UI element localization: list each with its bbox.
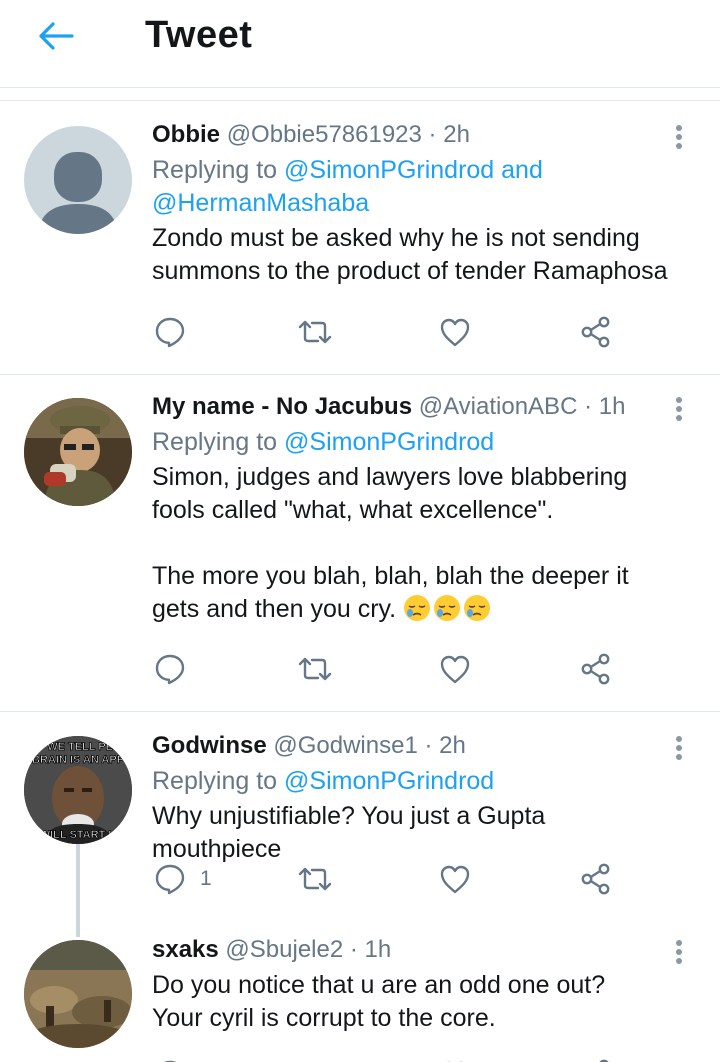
like-icon xyxy=(440,318,470,347)
tweet-time: 2h xyxy=(439,732,466,759)
author-name[interactable]: Godwinse xyxy=(152,732,267,759)
more-options-icon[interactable] xyxy=(670,122,688,152)
share-button[interactable] xyxy=(580,647,612,691)
tweet-header: Obbie @Obbie57861923 · 2h xyxy=(152,120,680,150)
retweet-icon xyxy=(298,867,332,891)
mention-link[interactable]: @SimonPGrindrod xyxy=(284,767,494,795)
replying-to: Replying to @SimonPGrindrod xyxy=(152,765,680,798)
replying-to: Replying to @SimonPGrindrod and @HermanM… xyxy=(152,154,680,220)
separator-dot: · xyxy=(349,936,358,963)
like-icon xyxy=(440,865,470,894)
tweet-actions xyxy=(152,647,622,691)
tweet-actions: 1 xyxy=(152,857,622,901)
tweet-1[interactable]: Obbie @Obbie57861923 · 2h Replying to @S… xyxy=(0,101,720,375)
top-bar: Tweet xyxy=(0,0,720,88)
author-handle[interactable]: @Godwinse1 xyxy=(273,732,417,759)
avatar-image xyxy=(24,398,132,506)
back-arrow-icon[interactable] xyxy=(34,16,78,56)
tweet-4[interactable]: sxaks @Sbujele2 · 1h Do you notice that … xyxy=(0,925,720,1062)
share-button[interactable] xyxy=(580,1053,612,1062)
like-button[interactable] xyxy=(439,647,471,691)
tweet-actions xyxy=(152,310,622,354)
emoji-group xyxy=(403,595,493,623)
tweet-header: sxaks @Sbujele2 · 1h xyxy=(152,935,680,965)
reply-button[interactable] xyxy=(154,647,200,691)
replying-prefix: Replying to xyxy=(152,428,285,456)
tweet-header: My name - No Jacubus @AviationABC · 1h xyxy=(152,392,680,422)
sleepy-face-emoji xyxy=(434,595,461,621)
share-button[interactable] xyxy=(580,310,612,354)
retweet-button[interactable] xyxy=(297,310,333,354)
sleepy-face-emoji xyxy=(464,595,491,621)
avatar[interactable] xyxy=(24,126,132,234)
reply-icon xyxy=(155,317,185,348)
avatar-text-bottom: WILL START U xyxy=(40,829,117,841)
replying-to: Replying to @SimonPGrindrod xyxy=(152,426,680,459)
share-icon xyxy=(581,316,610,348)
retweet-icon xyxy=(298,657,332,681)
tweet-time: 2h xyxy=(443,121,470,148)
author-name[interactable]: Obbie xyxy=(152,121,220,148)
share-icon xyxy=(581,653,610,685)
author-name[interactable]: My name - No Jacubus xyxy=(152,393,412,420)
like-icon xyxy=(440,655,470,684)
retweet-button[interactable] xyxy=(297,1053,333,1062)
tweet-actions xyxy=(152,1053,622,1062)
more-options-icon[interactable] xyxy=(670,394,688,424)
replying-prefix: Replying to xyxy=(152,767,285,795)
tweet-text: Simon, judges and lawyers love blabberin… xyxy=(152,461,680,626)
tweet-text: Do you notice that u are an odd one out?… xyxy=(152,971,606,1032)
mention-link[interactable]: @HermanMashaba xyxy=(152,189,369,217)
sleepy-face-emoji xyxy=(404,595,431,621)
reply-icon xyxy=(155,654,185,685)
avatar-text-top: IF WE TELL PEO xyxy=(34,741,122,753)
share-button[interactable] xyxy=(580,857,612,901)
author-handle[interactable]: @Obbie57861923 xyxy=(227,121,422,148)
separator-dot: · xyxy=(428,121,437,148)
tweet-text-content: Simon, judges and lawyers love blabberin… xyxy=(152,463,629,623)
tweet-time: 1h xyxy=(364,936,392,963)
like-button[interactable] xyxy=(439,1053,471,1062)
author-name[interactable]: sxaks xyxy=(152,936,219,963)
tweet-header: Godwinse @Godwinse1 · 2h xyxy=(152,731,680,761)
reply-count: 1 xyxy=(200,867,212,890)
separator-dot: · xyxy=(424,732,433,759)
more-options-icon[interactable] xyxy=(670,937,688,967)
reply-button[interactable] xyxy=(154,1053,200,1062)
avatar-text-mid: BRAIN IS AN APP xyxy=(32,754,124,766)
like-button[interactable] xyxy=(439,310,471,354)
author-handle[interactable]: @Sbujele2 xyxy=(225,936,343,963)
replying-prefix: Replying to xyxy=(152,156,285,184)
reply-button[interactable]: 1 xyxy=(154,857,212,901)
page-title: Tweet xyxy=(145,14,253,56)
tweet-time: 1h xyxy=(598,393,626,420)
tweet-3[interactable]: IF WE TELL PEO BRAIN IS AN APP WILL STAR… xyxy=(0,712,720,925)
avatar-image: IF WE TELL PEO BRAIN IS AN APP WILL STAR… xyxy=(24,736,132,844)
mention-link[interactable]: @SimonPGrindrod and xyxy=(284,156,543,184)
tweet-text: Zondo must be asked why he is not sendin… xyxy=(152,224,668,285)
retweet-button[interactable] xyxy=(297,857,333,901)
avatar-image xyxy=(24,940,132,1048)
author-handle[interactable]: @AviationABC xyxy=(419,393,578,420)
like-button[interactable] xyxy=(439,857,471,901)
retweet-button[interactable] xyxy=(297,647,333,691)
avatar[interactable] xyxy=(24,940,132,1048)
tweet-2[interactable]: My name - No Jacubus @AviationABC · 1h R… xyxy=(0,375,720,712)
default-avatar-icon xyxy=(38,152,118,234)
avatar[interactable] xyxy=(24,398,132,506)
share-icon xyxy=(581,863,610,895)
retweet-icon xyxy=(298,320,332,344)
more-options-icon[interactable] xyxy=(670,733,688,763)
mention-link[interactable]: @SimonPGrindrod xyxy=(284,428,494,456)
avatar[interactable]: IF WE TELL PEO BRAIN IS AN APP WILL STAR… xyxy=(24,736,132,844)
reply-button[interactable] xyxy=(154,310,200,354)
separator-dot: · xyxy=(584,393,593,420)
reply-icon xyxy=(155,864,185,895)
